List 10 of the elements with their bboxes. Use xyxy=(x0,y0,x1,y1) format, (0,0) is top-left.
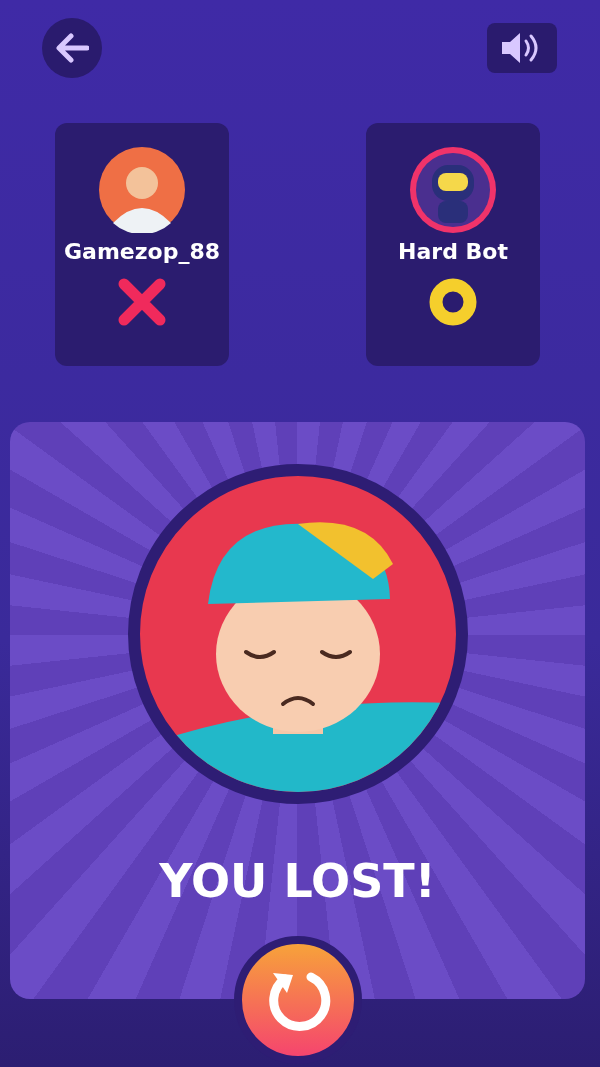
result-title: YOU LOST! xyxy=(159,854,436,908)
player-name: Gamezop_88 xyxy=(64,239,220,264)
avatar-icon xyxy=(99,147,185,233)
sound-button[interactable] xyxy=(487,23,557,73)
cross-mark-icon xyxy=(118,278,166,326)
back-arrow-icon xyxy=(55,33,89,63)
ring-mark-icon xyxy=(429,278,477,326)
robot-avatar-icon xyxy=(410,147,496,233)
player-name: Hard Bot xyxy=(398,239,508,264)
back-button[interactable] xyxy=(42,18,102,78)
